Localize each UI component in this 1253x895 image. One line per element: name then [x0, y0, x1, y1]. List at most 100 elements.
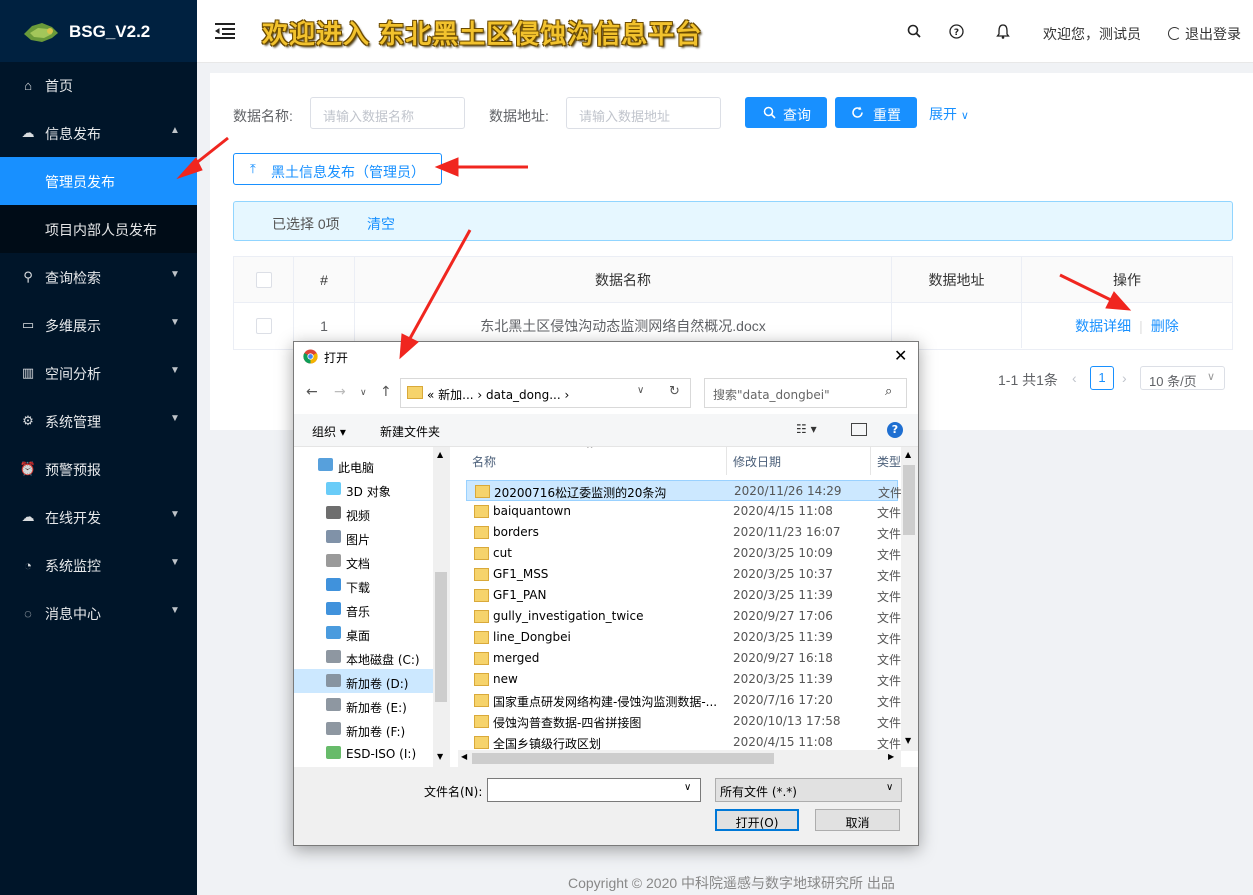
- tree-item[interactable]: 新加卷 (F:): [294, 717, 434, 741]
- file-row[interactable]: gully_investigation_twice 2020/9/27 17:06…: [466, 606, 901, 627]
- file-list-hscrollbar[interactable]: ◀ ▶: [458, 750, 901, 767]
- page-size-select[interactable]: 10 条/页 ∨: [1140, 366, 1225, 390]
- col-header-date[interactable]: 修改日期: [733, 453, 781, 470]
- col-header-name[interactable]: 名称: [472, 453, 496, 470]
- expand-toggle[interactable]: 展开 ∨: [929, 104, 969, 124]
- delete-link[interactable]: 删除: [1151, 316, 1179, 336]
- welcome-text: 欢迎您，测试员: [1043, 26, 1141, 42]
- clear-selection-link[interactable]: 清空: [367, 214, 395, 234]
- preview-pane-icon[interactable]: [851, 423, 867, 436]
- tree-item[interactable]: 3D 对象: [294, 477, 434, 501]
- dialog-search-input[interactable]: 搜索"data_dongbei" ⌕: [704, 378, 907, 408]
- sidebar-item[interactable]: ⚙ 系统管理 ▼: [0, 397, 197, 445]
- tree-item[interactable]: 新加卷 (E:): [294, 693, 434, 717]
- tree-item-label: 下载: [346, 581, 371, 595]
- file-row[interactable]: cut 2020/3/25 10:09 文件: [466, 543, 901, 564]
- view-options-icon[interactable]: ☷ ▾: [796, 422, 817, 436]
- bell-icon[interactable]: [994, 22, 1012, 40]
- file-date: 2020/3/25 10:09: [733, 546, 833, 560]
- tree-scrollbar[interactable]: ▲ ▼: [433, 447, 450, 767]
- query-button[interactable]: 查询: [745, 97, 827, 128]
- file-list-vscrollbar[interactable]: ▲ ▼: [901, 447, 918, 751]
- chevron-down-icon[interactable]: ∨: [637, 385, 644, 396]
- file-row[interactable]: new 2020/3/25 11:39 文件: [466, 669, 901, 690]
- row-select-cell[interactable]: [234, 303, 294, 348]
- sidebar-item[interactable]: ▭ 多维展示 ▼: [0, 301, 197, 349]
- sidebar-item[interactable]: ⏰ 预警预报: [0, 445, 197, 493]
- file-type: 文件: [877, 611, 901, 625]
- chevron-icon: ▼: [170, 605, 180, 616]
- address-bar[interactable]: « 新加... › data_dong... › ∨ ↻: [400, 378, 691, 408]
- app-name: BSG_V2.2: [69, 22, 151, 41]
- folder-icon: [407, 386, 423, 399]
- file-date: 2020/3/25 11:39: [733, 588, 833, 602]
- tree-item[interactable]: 桌面: [294, 621, 434, 645]
- file-row[interactable]: 国家重点研发网络构建-侵蚀沟监测数据-... 2020/7/16 17:20 文件: [466, 690, 901, 711]
- select-all-cell[interactable]: [234, 257, 294, 303]
- file-row[interactable]: 侵蚀沟普查数据-四省拼接图 2020/10/13 17:58 文件: [466, 711, 901, 732]
- filetype-select[interactable]: 所有文件 (*.*) ∨: [715, 778, 902, 802]
- tree-item[interactable]: ESD-ISO (I:): [294, 741, 434, 765]
- message-icon: ◌: [24, 605, 32, 621]
- dashboard-icon: ◔: [24, 557, 32, 573]
- tree-item[interactable]: 文档: [294, 549, 434, 573]
- file-row[interactable]: 20200716松辽委监测的20条沟 2020/11/26 14:29 文件: [466, 480, 901, 501]
- addr-filter-input[interactable]: 请输入数据地址: [566, 97, 721, 129]
- file-row[interactable]: GF1_PAN 2020/3/25 11:39 文件: [466, 585, 901, 606]
- name-filter-input[interactable]: 请输入数据名称: [310, 97, 465, 129]
- cancel-button[interactable]: 取消: [815, 809, 900, 831]
- file-date: 2020/9/27 17:06: [733, 609, 833, 623]
- file-row[interactable]: 全国乡镇级行政区划 2020/4/15 11:08 文件: [466, 732, 901, 751]
- pager-next-icon[interactable]: ›: [1122, 370, 1127, 386]
- up-arrow-icon[interactable]: ↑: [380, 384, 392, 400]
- file-date: 2020/11/26 14:29: [734, 484, 842, 498]
- back-arrow-icon[interactable]: ←: [306, 384, 318, 400]
- file-type: 文件: [877, 632, 901, 646]
- file-row[interactable]: GF1_MSS 2020/3/25 10:37 文件: [466, 564, 901, 585]
- pager-current-page[interactable]: 1: [1090, 366, 1114, 390]
- sidebar-subitem[interactable]: 管理员发布: [0, 157, 197, 205]
- tree-item[interactable]: 本地磁盘 (C:): [294, 645, 434, 669]
- tree-item[interactable]: 图片: [294, 525, 434, 549]
- sidebar-subitem[interactable]: 项目内部人员发布: [0, 205, 197, 253]
- reset-button[interactable]: 重置: [835, 97, 917, 128]
- file-row[interactable]: merged 2020/9/27 16:18 文件: [466, 648, 901, 669]
- help-icon[interactable]: ?: [947, 22, 965, 40]
- forward-arrow-icon[interactable]: →: [334, 384, 346, 400]
- recent-dropdown-icon[interactable]: ∨: [360, 388, 367, 398]
- tree-item[interactable]: 视频: [294, 501, 434, 525]
- file-row[interactable]: borders 2020/11/23 16:07 文件: [466, 522, 901, 543]
- folder-icon: [474, 505, 489, 518]
- publish-button[interactable]: ⤒ 黑土信息发布（管理员）: [233, 153, 442, 185]
- tree-item[interactable]: 此电脑: [294, 453, 434, 477]
- new-folder-button[interactable]: 新建文件夹: [380, 423, 440, 440]
- logout-button[interactable]: 退出登录: [1168, 24, 1241, 44]
- sidebar-item[interactable]: ▥ 空间分析 ▼: [0, 349, 197, 397]
- sidebar-item[interactable]: ⌂ 首页: [0, 61, 197, 109]
- close-icon[interactable]: ✕: [894, 346, 907, 365]
- detail-link[interactable]: 数据详细: [1075, 316, 1131, 336]
- file-row[interactable]: baiquantown 2020/4/15 11:08 文件: [466, 501, 901, 522]
- app-logo[interactable]: BSG_V2.2: [0, 0, 197, 62]
- sidebar-item[interactable]: ☁ 在线开发 ▼: [0, 493, 197, 541]
- menu-fold-icon[interactable]: [215, 22, 235, 40]
- file-row[interactable]: line_Dongbei 2020/3/25 11:39 文件: [466, 627, 901, 648]
- tree-item[interactable]: 下载: [294, 573, 434, 597]
- filename-input[interactable]: ∨: [487, 778, 701, 802]
- tree-item[interactable]: 音乐: [294, 597, 434, 621]
- 3d-objects-icon: [326, 482, 341, 495]
- search-icon[interactable]: [905, 22, 923, 40]
- sidebar-item[interactable]: ◔ 系统监控 ▼: [0, 541, 197, 589]
- tree-item[interactable]: 新加卷 (D:): [294, 669, 433, 693]
- chevron-down-icon: ∨: [1207, 371, 1216, 383]
- col-header-type[interactable]: 类型: [877, 453, 901, 470]
- sidebar-item[interactable]: ☁ 信息发布 ▲: [0, 109, 197, 157]
- sidebar-item[interactable]: ◌ 消息中心 ▼: [0, 589, 197, 637]
- sidebar-item[interactable]: ⚲ 查询检索 ▼: [0, 253, 197, 301]
- refresh-icon[interactable]: ↻: [669, 384, 680, 399]
- tree-item-label: 新加卷 (E:): [346, 701, 407, 715]
- pager-prev-icon[interactable]: ‹: [1072, 370, 1077, 386]
- organize-menu[interactable]: 组织 ▾: [312, 423, 346, 440]
- open-button[interactable]: 打开(O): [715, 809, 799, 831]
- help-icon[interactable]: ?: [887, 422, 903, 438]
